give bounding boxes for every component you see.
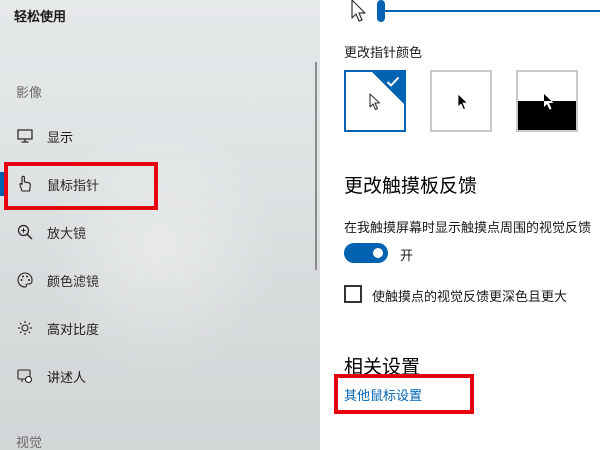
toggle-knob — [373, 248, 383, 258]
sidebar-item-display[interactable]: 显示 — [0, 120, 300, 152]
sidebar-item-narrator[interactable]: 讲述人 — [0, 360, 300, 392]
additional-mouse-settings-link[interactable]: 其他鼠标设置 — [344, 385, 422, 404]
darker-feedback-label: 使触摸点的视觉反馈更深色且更大 — [372, 290, 568, 305]
narrator-icon — [14, 365, 36, 387]
checkmark-icon — [386, 73, 400, 92]
palette-icon — [14, 269, 36, 291]
sidebar: 轻松使用 影像 显示 鼠标指针 放大镜 颜色滤镜 高对比度 讲述人 视觉 — [0, 0, 320, 450]
sidebar-item-magnifier[interactable]: 放大镜 — [0, 216, 300, 248]
monitor-icon — [14, 125, 36, 147]
group-label-vision: 影像 — [16, 86, 43, 101]
touch-feedback-toggle[interactable] — [344, 243, 388, 263]
sidebar-item-label: 放大镜 — [47, 226, 87, 242]
magnifier-icon — [14, 221, 36, 243]
cursor-preview-icon — [350, 0, 368, 26]
black-pointer-icon — [457, 93, 469, 115]
inverted-pointer-icon — [543, 93, 555, 115]
mouse-pointer-icon — [14, 173, 36, 195]
group-label-hearing: 视觉 — [16, 436, 43, 450]
pointer-color-label: 更改指针颜色 — [344, 46, 423, 61]
pointer-color-black[interactable] — [430, 70, 492, 132]
pointer-color-white[interactable] — [344, 70, 406, 132]
sidebar-item-color-filters[interactable]: 颜色滤镜 — [0, 264, 300, 296]
brightness-icon — [14, 317, 36, 339]
pointer-size-slider-track[interactable] — [380, 10, 600, 12]
related-settings-heading: 相关设置 — [344, 356, 421, 378]
sidebar-item-high-contrast[interactable]: 高对比度 — [0, 312, 300, 344]
pointer-color-inverted[interactable] — [516, 70, 578, 132]
touch-feedback-description: 在我触摸屏幕时显示触摸点周围的视觉反馈 — [344, 221, 592, 236]
pointer-size-slider-thumb[interactable] — [377, 0, 385, 22]
sidebar-scrollbar[interactable] — [315, 62, 317, 270]
sidebar-item-label: 讲述人 — [47, 370, 87, 386]
sidebar-item-label: 显示 — [47, 130, 74, 146]
sidebar-item-label: 鼠标指针 — [47, 178, 100, 194]
sidebar-item-label: 高对比度 — [47, 322, 100, 338]
toggle-state-label: 开 — [400, 249, 414, 264]
sidebar-item-mouse-pointer[interactable]: 鼠标指针 — [0, 168, 300, 200]
darker-feedback-checkbox[interactable] — [344, 285, 362, 303]
main-panel: 更改指针颜色 更改触摸板反馈 在我触摸屏幕时显示触摸点周围的视觉反馈 开 使触摸… — [320, 0, 600, 450]
touch-feedback-heading: 更改触摸板反馈 — [344, 175, 478, 197]
app-title: 轻松使用 — [14, 10, 67, 25]
sidebar-item-label: 颜色滤镜 — [47, 274, 100, 290]
